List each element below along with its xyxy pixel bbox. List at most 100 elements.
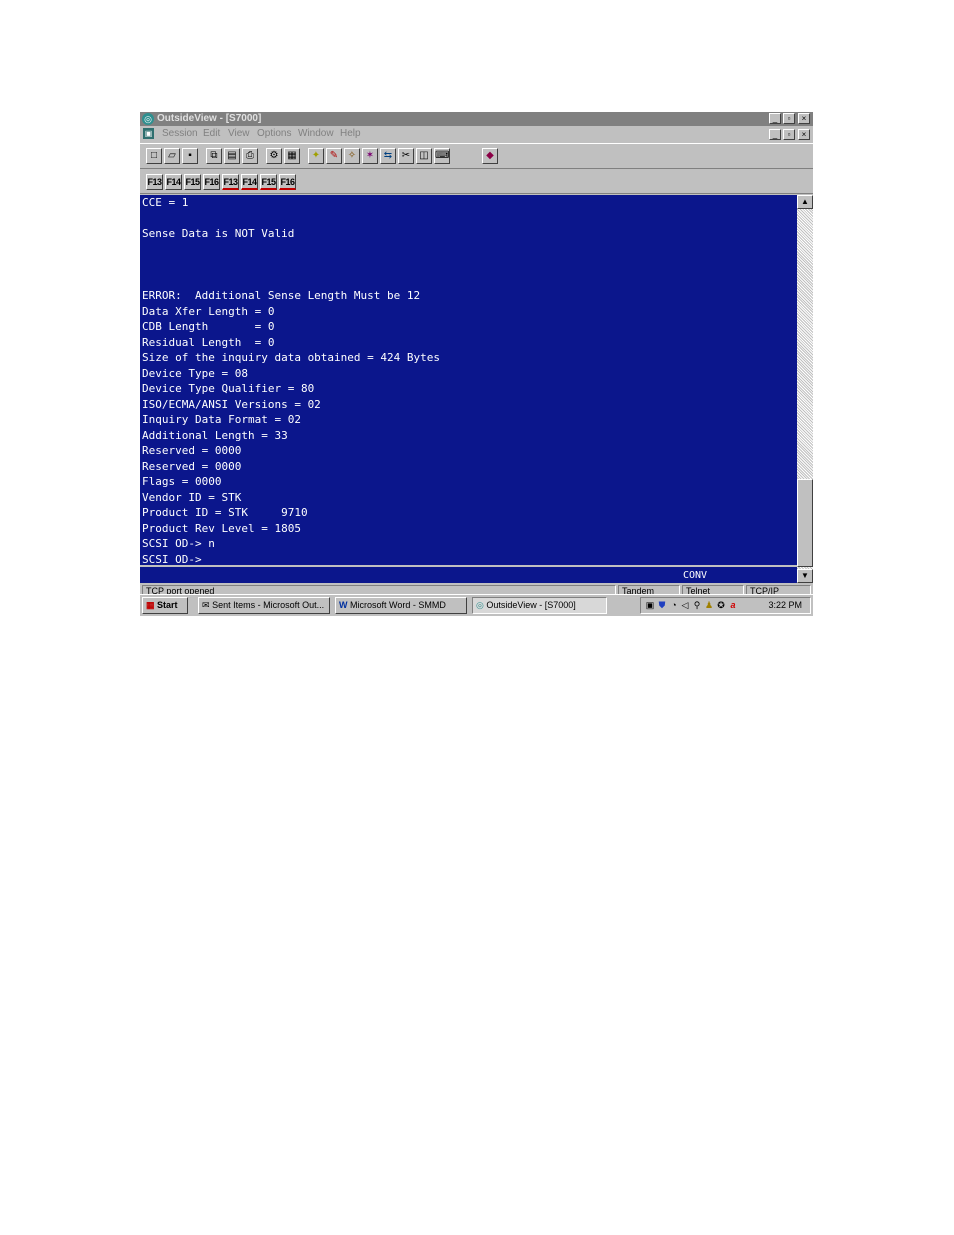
- child-maximize-button[interactable]: ▫: [783, 129, 795, 140]
- fkey-shift-f16[interactable]: F16: [279, 174, 296, 190]
- menu-session[interactable]: Session: [162, 128, 198, 140]
- screenshot-frame: ◎ OutsideView - [S7000] _ ▫ × ▣ Session …: [140, 112, 813, 616]
- task-microsoft-word[interactable]: W Microsoft Word - SMMD: [335, 597, 467, 614]
- print-icon[interactable]: ⎙: [242, 148, 258, 164]
- maximize-button[interactable]: ▫: [783, 113, 795, 124]
- task-label-outsideview: OutsideView - [S7000]: [486, 600, 576, 610]
- macro-icon[interactable]: ✦: [308, 148, 324, 164]
- fkey-f16[interactable]: F16: [203, 174, 220, 190]
- status-emulation: Telnet: [682, 585, 744, 594]
- scroll-thumb[interactable]: [797, 479, 813, 567]
- fkey-shift-f13[interactable]: F13: [222, 174, 239, 190]
- app-icon[interactable]: ◎: [142, 113, 154, 125]
- terminal-line: Additional Length = 33: [142, 428, 288, 442]
- scroll-down-button[interactable]: ▼: [797, 569, 813, 583]
- user-icon[interactable]: ♟: [704, 600, 714, 611]
- task-sent-items[interactable]: ✉ Sent Items - Microsoft Out...: [198, 597, 330, 614]
- save-icon[interactable]: ▪: [182, 148, 198, 164]
- menu-bar: ▣ Session Edit View Options Window Help …: [140, 127, 813, 141]
- status-message: TCP port opened: [142, 585, 616, 594]
- task-label-sent-items: Sent Items - Microsoft Out...: [212, 600, 325, 610]
- terminal-status-line: CONV: [140, 566, 797, 583]
- minimize-button[interactable]: _: [769, 113, 781, 124]
- terminal-line: Device Type = 08: [142, 366, 248, 380]
- status-host-type: Tandem: [618, 585, 680, 594]
- document-icon[interactable]: ▣: [143, 128, 154, 139]
- paste-icon[interactable]: ▤: [224, 148, 240, 164]
- menu-help[interactable]: Help: [340, 128, 361, 140]
- toolbar: □ ▱ ▪ ⧉ ▤ ⎙ ⚙ ▦ ✦ ✎ ✧ ✶ ⇆ ✂ ◫ ⌨ ◆: [140, 143, 813, 169]
- terminal-line: Device Type Qualifier = 80: [142, 382, 315, 395]
- menu-options[interactable]: Options: [257, 128, 291, 140]
- task-outsideview[interactable]: ◎ OutsideView - [S7000]: [472, 597, 607, 614]
- status-transport: TCP/IP: [746, 585, 811, 594]
- play-icon[interactable]: ✧: [344, 148, 360, 164]
- capture-icon[interactable]: ◫: [416, 148, 432, 164]
- copy-icon[interactable]: ⧉: [206, 148, 222, 164]
- word-icon: W: [339, 600, 348, 610]
- close-button[interactable]: ×: [798, 113, 810, 124]
- menu-edit[interactable]: Edit: [203, 128, 220, 140]
- terminal-line: Sense Data is NOT Valid: [142, 227, 295, 240]
- compass-icon[interactable]: ✪: [716, 600, 726, 611]
- fkey-f15[interactable]: F15: [184, 174, 201, 190]
- window-title: OutsideView - [S7000]: [157, 113, 262, 124]
- monitor-icon[interactable]: ◔: [669, 600, 679, 611]
- terminal-line: ERROR: Additional Sense Length Must be 1…: [142, 289, 421, 302]
- taskbar: ▦ Start ✉ Sent Items - Microsoft Out... …: [140, 594, 813, 616]
- system-tray: ▣ ⛊ ◔ ◁ ⚲ ♟ ✪ a 3:22 PM: [640, 597, 811, 614]
- terminal-screen[interactable]: CCE = 1 Sense Data is NOT Valid ERROR: Add…: [140, 195, 797, 565]
- scroll-up-button[interactable]: ▲: [797, 195, 813, 209]
- terminal-line: Reserved = 0000: [142, 444, 242, 457]
- properties-icon[interactable]: ▦: [284, 148, 300, 164]
- settings-icon[interactable]: ⚙: [266, 148, 282, 164]
- help-book-icon[interactable]: ◆: [482, 148, 498, 164]
- shield-icon[interactable]: ⛊: [657, 600, 667, 611]
- fkey-f14[interactable]: F14: [165, 174, 182, 190]
- function-key-bar: F13 F14 F15 F16 F13 F14 F15 F16: [140, 170, 813, 194]
- record-icon[interactable]: ✎: [326, 148, 342, 164]
- terminal-line: Product Rev Level = 1805: [142, 521, 301, 535]
- title-bar[interactable]: ◎ OutsideView - [S7000] _ ▫ ×: [140, 112, 813, 126]
- keyboard-icon[interactable]: ⌨: [434, 148, 450, 164]
- stop-icon[interactable]: ✶: [362, 148, 378, 164]
- clock[interactable]: 3:22 PM: [768, 598, 802, 613]
- conversation-mode-indicator: CONV: [683, 570, 708, 581]
- vertical-scrollbar[interactable]: ▲ ▼: [797, 195, 813, 583]
- antivirus-icon[interactable]: a: [728, 600, 738, 611]
- terminal-line: ISO/ECMA/ANSI Versions = 02: [142, 397, 321, 411]
- menu-view[interactable]: View: [228, 128, 250, 140]
- new-document-icon[interactable]: □: [146, 148, 162, 164]
- windows-logo-icon: ▦: [146, 600, 155, 610]
- task-label-word: Microsoft Word - SMMD: [350, 600, 446, 610]
- terminal-line: Size of the inquiry data obtained = 424 …: [142, 351, 441, 364]
- outlook-icon: ✉: [202, 600, 210, 610]
- terminal-line: Vendor ID = STK: [142, 490, 242, 504]
- menu-window[interactable]: Window: [298, 128, 334, 140]
- outsideview-icon: ◎: [476, 600, 484, 610]
- volume-icon[interactable]: ◁: [680, 600, 690, 611]
- fkey-shift-f15[interactable]: F15: [260, 174, 277, 190]
- terminal-line: Flags = 0000: [142, 475, 222, 488]
- fkey-shift-f14[interactable]: F14: [241, 174, 258, 190]
- scissors-icon[interactable]: ✂: [398, 148, 414, 164]
- status-bar: TCP port opened Tandem Telnet TCP/IP: [140, 584, 813, 594]
- child-minimize-button[interactable]: _: [769, 129, 781, 140]
- transfer-icon[interactable]: ⇆: [380, 148, 396, 164]
- open-folder-icon[interactable]: ▱: [164, 148, 180, 164]
- start-label: Start: [157, 600, 178, 610]
- search-icon[interactable]: ⚲: [692, 600, 702, 611]
- terminal-line: Reserved = 0000: [142, 459, 242, 473]
- terminal-line: SCSI OD-> n: [142, 537, 215, 550]
- network-icon[interactable]: ▣: [645, 600, 655, 611]
- child-close-button[interactable]: ×: [798, 129, 810, 140]
- start-button[interactable]: ▦ Start: [142, 597, 188, 614]
- terminal-line: CDB Length = 0: [142, 320, 275, 333]
- fkey-f13[interactable]: F13: [146, 174, 163, 190]
- terminal-line: Product ID = STK 9710: [142, 506, 308, 519]
- terminal-line: Data Xfer Length = 0: [142, 304, 275, 318]
